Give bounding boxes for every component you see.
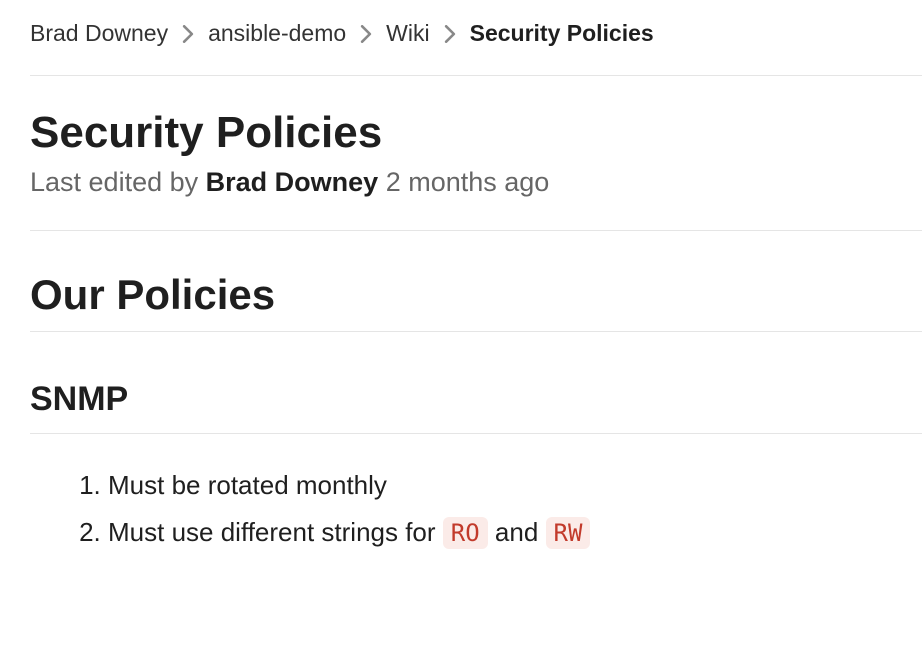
heading-snmp: SNMP: [30, 380, 922, 434]
list-item-text: Must use different strings for: [108, 517, 443, 547]
breadcrumb-item-current: Security Policies: [470, 20, 654, 47]
breadcrumb: Brad Downey ansible-demo Wiki Security P…: [30, 20, 922, 76]
code-inline-rw: RW: [546, 517, 591, 549]
breadcrumb-item-wiki[interactable]: Wiki: [386, 20, 429, 47]
last-edited-author[interactable]: Brad Downey: [206, 167, 379, 197]
last-edited-time: 2 months ago: [386, 167, 550, 197]
page-header: Security Policies Last edited by Brad Do…: [30, 76, 922, 231]
breadcrumb-item-user[interactable]: Brad Downey: [30, 20, 168, 47]
chevron-right-icon: [182, 25, 194, 43]
page-title: Security Policies: [30, 108, 922, 159]
last-edited-prefix: Last edited by: [30, 167, 206, 197]
chevron-right-icon: [444, 25, 456, 43]
breadcrumb-item-project[interactable]: ansible-demo: [208, 20, 346, 47]
list-item-text: and: [488, 517, 546, 547]
chevron-right-icon: [360, 25, 372, 43]
policy-list: Must be rotated monthly Must use differe…: [30, 466, 922, 552]
code-inline-ro: RO: [443, 517, 488, 549]
last-edited: Last edited by Brad Downey 2 months ago: [30, 167, 922, 198]
list-item: Must use different strings for RO and RW: [108, 513, 922, 552]
list-item: Must be rotated monthly: [108, 466, 922, 505]
heading-our-policies: Our Policies: [30, 271, 922, 332]
